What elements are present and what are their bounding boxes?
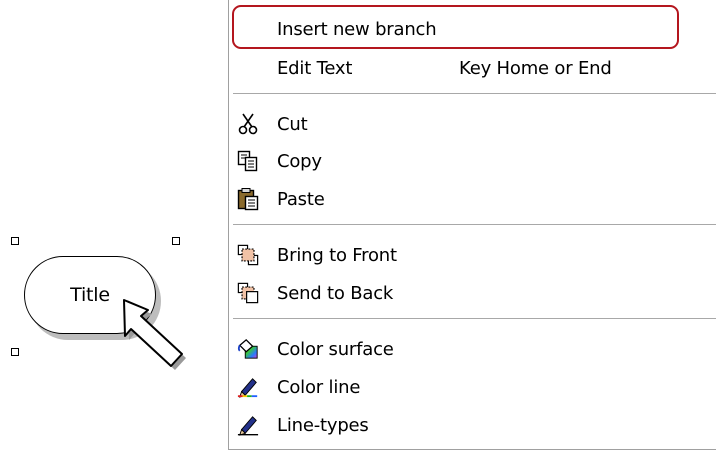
menu-item-insert-new-branch[interactable]: Insert new branch [229, 11, 715, 47]
menu-item-color-surface[interactable]: Color surface [229, 331, 715, 367]
menu-separator [233, 318, 716, 320]
menu-item-label: Cut [277, 113, 308, 135]
menu-item-label: Line-types [277, 414, 369, 436]
menu-item-color-line[interactable]: Color line [229, 369, 715, 405]
menu-item-label: Send to Back [277, 282, 394, 304]
shape-label: Title [70, 284, 110, 306]
scissors-icon [237, 112, 259, 136]
pen-linetype-icon [237, 413, 259, 437]
menu-item-cut[interactable]: Cut [229, 106, 715, 142]
context-menu: Insert new branch Edit Text Key Home or … [228, 0, 716, 450]
resize-handle-top-left[interactable] [11, 237, 19, 245]
menu-item-copy[interactable]: Copy [229, 143, 715, 179]
resize-handle-bottom-left[interactable] [11, 348, 19, 356]
menu-item-bring-to-front[interactable]: Bring to Front [229, 237, 715, 273]
menu-item-label: Color line [277, 376, 361, 398]
diagram-canvas: Title [0, 0, 225, 450]
menu-item-paste[interactable]: Paste [229, 181, 715, 217]
menu-item-shortcut: Key Home or End [459, 57, 612, 79]
menu-item-send-to-back[interactable]: Send to Back [229, 275, 715, 311]
menu-item-label: Color surface [277, 338, 394, 360]
bring-to-front-icon [237, 243, 259, 267]
paint-bucket-icon [237, 337, 259, 361]
send-to-back-icon [237, 281, 259, 305]
menu-separator [233, 93, 716, 95]
pen-color-icon [237, 375, 259, 399]
menu-item-edit-text[interactable]: Edit Text Key Home or End [229, 50, 715, 86]
copy-icon [237, 149, 259, 173]
menu-item-label: Insert new branch [277, 18, 437, 40]
menu-item-label: Edit Text [277, 57, 353, 79]
menu-item-label: Copy [277, 150, 322, 172]
menu-item-line-types[interactable]: Line-types [229, 407, 715, 443]
menu-item-label: Paste [277, 188, 325, 210]
paste-icon [237, 187, 259, 211]
resize-handle-top-right[interactable] [172, 237, 180, 245]
menu-separator [233, 224, 716, 226]
menu-item-label: Bring to Front [277, 244, 397, 266]
mouse-pointer-icon [123, 299, 186, 370]
